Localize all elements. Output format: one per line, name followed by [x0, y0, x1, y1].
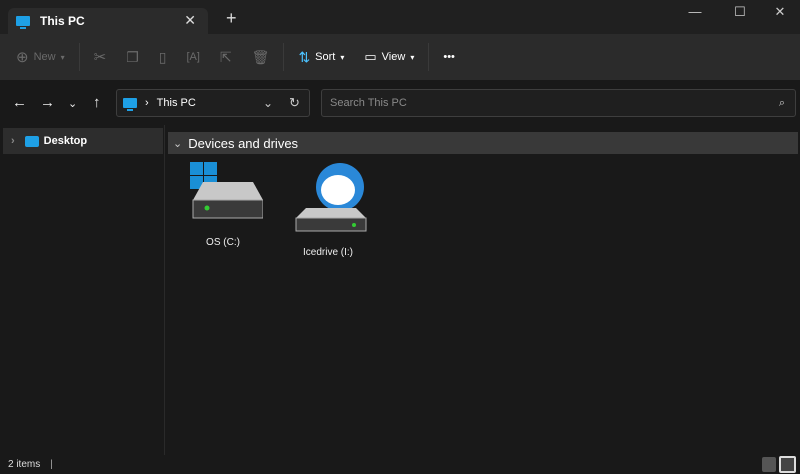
search-placeholder: Search This PC: [330, 97, 407, 109]
maximize-button[interactable]: ☐: [725, 4, 755, 20]
refresh-icon[interactable]: ↻: [289, 95, 300, 111]
divider: [283, 43, 285, 71]
expand-chevron-icon[interactable]: ›: [11, 135, 15, 147]
up-arrow-icon[interactable]: ↑: [93, 94, 101, 111]
drive-label: Icedrive (I:): [302, 247, 353, 258]
trash-icon: 🗑︎: [251, 48, 270, 65]
new-button[interactable]: ⊕ New ▾: [16, 48, 65, 66]
breadcrumb-this-pc[interactable]: This PC: [157, 97, 196, 109]
forward-arrow-icon[interactable]: →: [40, 94, 55, 111]
item-count: 2 items: [8, 459, 41, 470]
share-button[interactable]: ⇱: [220, 49, 232, 66]
paste-button[interactable]: ▯: [159, 49, 167, 66]
recent-chevron-icon[interactable]: ⌄: [68, 97, 77, 110]
clipboard-icon: ▯: [158, 48, 167, 65]
command-bar: ⊕ New ▾ ✂ ❐ ▯ [A] ⇱ 🗑︎ ⇅ Sort ▾ ▭ View ▾ •••: [0, 34, 800, 80]
icedrive-icon: [295, 163, 367, 232]
plus-circle-icon: ⊕: [16, 49, 29, 66]
sort-label: Sort: [315, 51, 336, 63]
copy-button[interactable]: ❐: [126, 49, 139, 66]
new-label: New: [33, 51, 56, 63]
drive-c[interactable]: OS (C:): [178, 160, 268, 248]
tiles-view-icon[interactable]: [779, 456, 796, 473]
laptop-icon: ▭: [364, 49, 377, 64]
drive-label: OS (C:): [206, 237, 240, 248]
divider: |: [50, 459, 53, 470]
address-dropdown-icon[interactable]: ⌄: [263, 96, 273, 110]
tab-title: This PC: [40, 14, 85, 28]
tab-this-pc[interactable]: This PC ✕: [8, 8, 208, 34]
close-tab-icon[interactable]: ✕: [184, 12, 196, 29]
cut-button[interactable]: ✂: [94, 48, 107, 66]
nav-item-label: Desktop: [43, 135, 88, 147]
title-bar: This PC ✕ + — ☐ ✕: [0, 0, 800, 34]
nav-item-desktop[interactable]: › Desktop: [3, 128, 163, 154]
chevron-down-icon: ▾: [410, 52, 415, 62]
sort-button[interactable]: ⇅ Sort ▾: [298, 49, 344, 66]
address-bar[interactable]: › This PC ⌄ ↻: [116, 89, 310, 117]
rename-icon: [A]: [186, 51, 200, 63]
delete-button[interactable]: 🗑︎: [252, 49, 270, 66]
details-view-icon[interactable]: [762, 457, 776, 472]
sort-icon: ⇅: [298, 48, 311, 65]
view-label: View: [381, 51, 406, 63]
minimize-button[interactable]: —: [680, 4, 710, 19]
collapse-chevron-icon: ⌄: [173, 137, 183, 150]
search-icon: ⌕: [778, 96, 785, 109]
divider: [78, 43, 80, 71]
share-icon: ⇱: [219, 48, 232, 65]
navigation-pane: › Desktop: [0, 125, 165, 455]
group-header[interactable]: ⌄ Devices and drives: [168, 132, 798, 154]
hard-drive-windows-icon: [190, 162, 264, 219]
chevron-down-icon: ▾: [340, 52, 345, 62]
view-button[interactable]: ▭ View ▾: [364, 49, 414, 65]
divider: [428, 43, 430, 71]
address-row: ← → ⌄ ↑ › This PC ⌄ ↻ Search This PC ⌕: [0, 80, 800, 125]
desktop-folder-icon: [24, 135, 39, 147]
monitor-icon: [123, 98, 137, 111]
monitor-icon: [16, 16, 30, 29]
rename-button[interactable]: [A]: [186, 51, 199, 63]
breadcrumb-separator-icon: ›: [145, 97, 149, 109]
status-bar: 2 items |: [0, 455, 800, 474]
new-tab-button[interactable]: +: [226, 8, 237, 29]
copy-icon: ❐: [126, 48, 139, 65]
group-title: Devices and drives: [188, 135, 299, 151]
close-window-button[interactable]: ✕: [765, 4, 795, 20]
chevron-down-icon: ▾: [60, 52, 65, 62]
scissors-icon: ✂: [93, 49, 107, 66]
drive-icedrive[interactable]: Icedrive (I:): [283, 160, 373, 258]
back-arrow-icon[interactable]: ←: [12, 94, 27, 111]
search-input[interactable]: Search This PC ⌕: [321, 89, 796, 117]
more-options-button[interactable]: •••: [443, 51, 455, 63]
